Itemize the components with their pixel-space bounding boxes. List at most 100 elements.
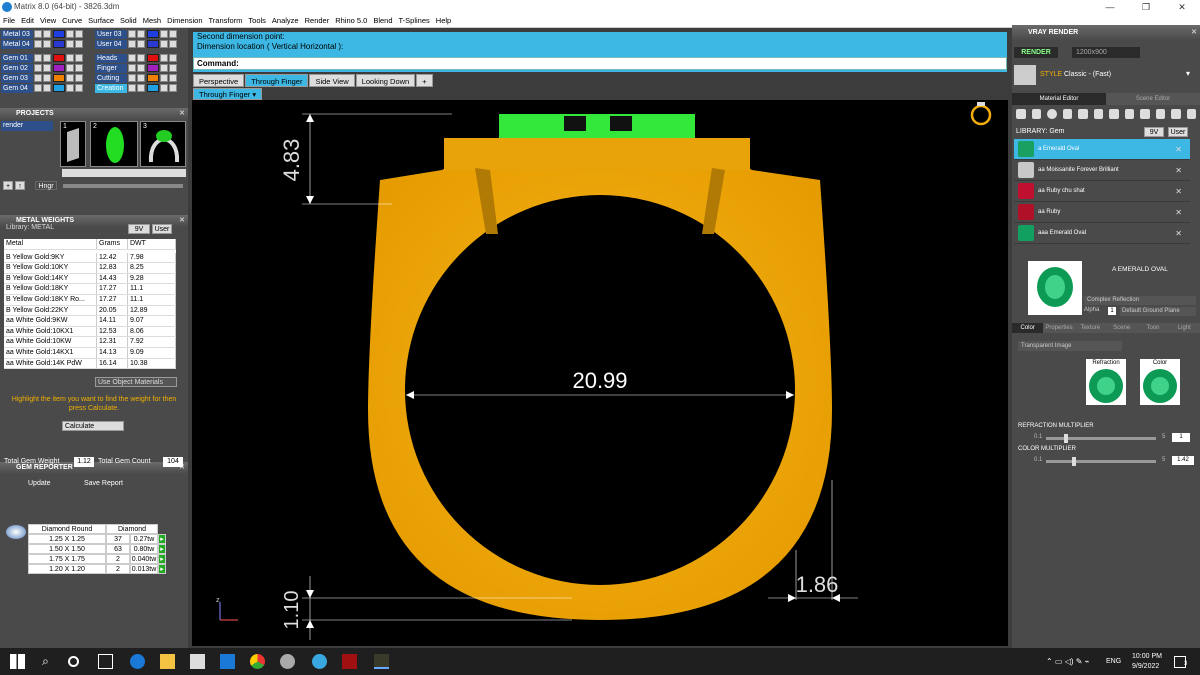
command-input[interactable]: Command:	[193, 57, 1007, 70]
table-row[interactable]: aa White Gold:14K PdW 16.14 10.38	[4, 358, 176, 370]
up-icon[interactable]: ↑	[15, 181, 25, 190]
layer-row[interactable]: User 03	[95, 29, 187, 39]
col-metal[interactable]: Metal	[4, 239, 97, 249]
tool-icon[interactable]	[1155, 109, 1165, 119]
layer-row[interactable]: Gem 02	[1, 63, 93, 73]
table-row[interactable]: aa White Gold:10KW 12.31 7.92	[4, 337, 176, 348]
color-value[interactable]: 1.42	[1172, 456, 1194, 465]
menu-file[interactable]: File	[0, 14, 18, 28]
project-item[interactable]: render	[1, 121, 53, 131]
tab-color[interactable]: Color	[1012, 323, 1044, 333]
library-user[interactable]: User	[152, 224, 172, 234]
reflection-dropdown[interactable]: Complex Reflection	[1084, 296, 1196, 305]
alpha-value[interactable]: 1	[1108, 307, 1116, 315]
tool-icon[interactable]	[1109, 109, 1119, 119]
app-icon[interactable]	[312, 654, 327, 669]
layer-row[interactable]: Gem 03	[1, 73, 93, 83]
tab-texture[interactable]: Texture	[1074, 323, 1106, 333]
rhino-icon[interactable]	[280, 654, 295, 669]
clock-date[interactable]: 9/9/2022	[1132, 663, 1159, 670]
table-row[interactable]: B Yellow Gold:14KY 14.43 9.28	[4, 273, 176, 285]
menu-render[interactable]: Render	[302, 14, 333, 28]
material-item[interactable]: a Emerald Oval ✕	[1014, 139, 1190, 160]
tab-perspective[interactable]: Perspective	[193, 74, 245, 87]
project-thumb-1[interactable]: 1	[60, 121, 86, 167]
col-dwt[interactable]: DWT	[128, 239, 176, 249]
table-row[interactable]: B Yellow Gold:22KY 20.05 12.89	[4, 305, 176, 317]
menu-solid[interactable]: Solid	[117, 14, 140, 28]
tool-icon[interactable]	[1124, 109, 1134, 119]
library-user[interactable]: User	[1168, 127, 1188, 137]
menu-mesh[interactable]: Mesh	[140, 14, 164, 28]
close-icon[interactable]: ✕	[1191, 25, 1197, 40]
style-value[interactable]: Classic - (Fast)	[1064, 71, 1111, 78]
tool-icon[interactable]	[1047, 109, 1057, 119]
table-row[interactable]: 1.75 X 1.75 2 0.040tw ▸	[28, 554, 166, 564]
task-view-icon[interactable]	[98, 654, 113, 669]
table-row[interactable]: 1.20 X 1.20 2 0.013tw ▸	[28, 564, 166, 574]
ring-icon[interactable]	[970, 104, 992, 126]
edge-icon[interactable]	[130, 654, 145, 669]
material-item[interactable]: aaa Emerald Oval ✕	[1014, 223, 1190, 244]
table-row[interactable]: B Yellow Gold:18KY Ro... 17.27 11.1	[4, 294, 176, 306]
refraction-slider[interactable]	[1046, 434, 1156, 443]
mail-icon[interactable]	[220, 654, 235, 669]
menu-transform[interactable]: Transform	[206, 14, 246, 28]
menu-blend[interactable]: Blend	[370, 14, 395, 28]
chevron-down-icon[interactable]: ▾	[1186, 69, 1190, 78]
use-object-materials[interactable]: Use Object Materials	[95, 377, 177, 387]
layer-row[interactable]: Creation	[95, 83, 187, 93]
tool-icon[interactable]	[1078, 109, 1088, 119]
material-item[interactable]: aa Moissanite Forever Brilliant ✕	[1014, 160, 1190, 181]
clock-time[interactable]: 10:00 PM	[1132, 653, 1162, 660]
material-item[interactable]: aa Ruby chu shat ✕	[1014, 181, 1190, 202]
close-icon[interactable]: ✕	[1175, 229, 1182, 238]
layer-row[interactable]: Metal 03	[1, 29, 93, 39]
arrow-icon[interactable]: ▸	[158, 554, 166, 564]
tab-scene[interactable]: Scene	[1105, 323, 1138, 333]
tab-through-finger[interactable]: Through Finger	[245, 74, 309, 87]
add-icon[interactable]: +	[3, 181, 13, 190]
tab-toon[interactable]: Toon	[1137, 323, 1169, 333]
tool-icon[interactable]	[1140, 109, 1150, 119]
layer-row[interactable]: User 04	[95, 39, 187, 49]
color-slider[interactable]	[1046, 457, 1156, 466]
hinge-button[interactable]: Hngr	[35, 181, 57, 190]
layer-row[interactable]: Metal 04	[1, 39, 93, 49]
add-tab-button[interactable]: +	[416, 74, 433, 87]
matrix-icon[interactable]	[374, 654, 389, 669]
layer-row[interactable]: Gem 04	[1, 83, 93, 93]
table-row[interactable]: B Yellow Gold:10KY 12.83 8.25	[4, 263, 176, 274]
close-icon[interactable]: ✕	[179, 108, 185, 120]
menu-tsplines[interactable]: T-Splines	[396, 14, 433, 28]
windows-start-icon[interactable]	[10, 654, 25, 669]
arrow-icon[interactable]: ▸	[158, 544, 166, 554]
tool-icon[interactable]	[1171, 109, 1181, 119]
tab-material-editor[interactable]: Material Editor	[1012, 93, 1106, 105]
menu-dimension[interactable]: Dimension	[164, 14, 205, 28]
tool-icon[interactable]	[1186, 109, 1196, 119]
chrome-icon[interactable]	[250, 654, 265, 669]
resolution-field[interactable]: 1200x900	[1072, 47, 1140, 58]
menu-surface[interactable]: Surface	[85, 14, 117, 28]
menu-rhino[interactable]: Rhino 5.0	[332, 14, 370, 28]
library-9v[interactable]: 9V	[1144, 127, 1164, 137]
tab-light[interactable]: Light	[1168, 323, 1200, 333]
tool-icon[interactable]	[1093, 109, 1103, 119]
update-button[interactable]: Update	[28, 480, 51, 487]
table-row[interactable]: aa White Gold:10KX1 12.53 8.06	[4, 326, 176, 338]
project-toolbar[interactable]	[62, 169, 186, 177]
close-icon[interactable]: ✕	[1175, 145, 1182, 154]
tab-properties[interactable]: Properties	[1043, 323, 1075, 333]
menu-edit[interactable]: Edit	[18, 14, 37, 28]
menu-help[interactable]: Help	[433, 14, 454, 28]
table-row[interactable]: 1.25 X 1.25 37 0.27tw ▸	[28, 534, 166, 544]
tray-icons[interactable]: ⌃ ▭ ◁) ✎ ⌁	[1046, 657, 1090, 666]
arrow-icon[interactable]: ▸	[158, 564, 166, 574]
refraction-value[interactable]: 1	[1172, 433, 1190, 442]
tool-icon[interactable]	[1062, 109, 1072, 119]
project-thumb-3[interactable]: 3	[140, 121, 186, 167]
project-slider[interactable]	[63, 184, 183, 188]
col-grams[interactable]: Grams	[97, 239, 128, 249]
table-row[interactable]: aa White Gold:9KW 14.11 9.07	[4, 316, 176, 327]
